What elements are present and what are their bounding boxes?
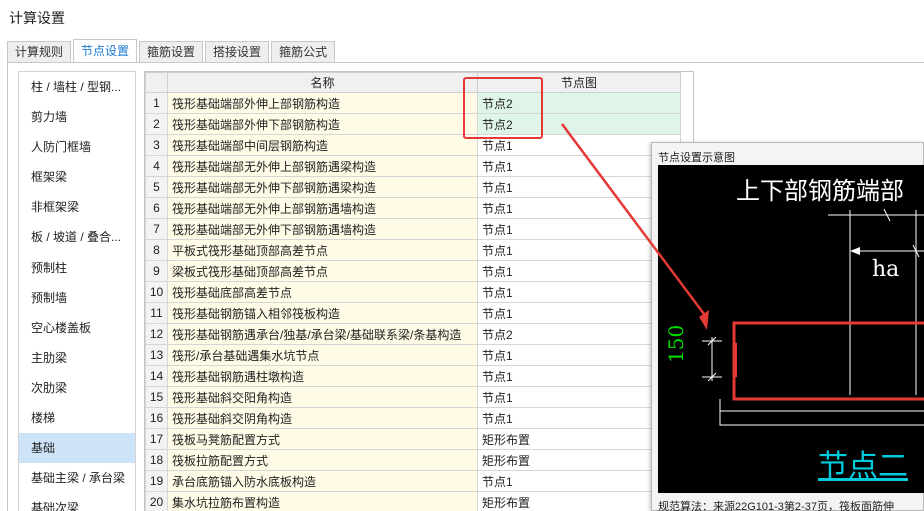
name-cell[interactable]: 筏形基础端部无外伸下部钢筋遇墙构造 xyxy=(167,218,478,240)
name-cell[interactable]: 梁板式筏形基础顶部高差节点 xyxy=(167,260,478,282)
row-number-cell: 2 xyxy=(145,113,168,135)
table-row[interactable]: 15 筏形基础斜交阳角构造 节点1 xyxy=(145,386,681,408)
row-number-cell: 18 xyxy=(145,449,168,471)
row-number-cell: 13 xyxy=(145,344,168,366)
name-cell[interactable]: 筏形/承台基础遇集水坑节点 xyxy=(167,344,478,366)
table-row[interactable]: 4 筏形基础端部无外伸上部钢筋遇梁构造 节点1 xyxy=(145,155,681,177)
row-number-cell: 10 xyxy=(145,281,168,303)
table-row[interactable]: 6 筏形基础端部无外伸上部钢筋遇墙构造 节点1 xyxy=(145,197,681,219)
table-row[interactable]: 9 梁板式筏形基础顶部高差节点 节点1 xyxy=(145,260,681,282)
table-row[interactable]: 19 承台底筋锚入防水底板构造 节点1 xyxy=(145,470,681,492)
sidebar-item-shear-wall[interactable]: 剪力墙 xyxy=(19,102,135,132)
name-cell[interactable]: 筏形基础钢筋遇承台/独基/承台梁/基础联系梁/条基构造 xyxy=(167,323,478,345)
table-row[interactable]: 10 筏形基础底部高差节点 节点1 xyxy=(145,281,681,303)
sidebar-item-non-frame-beam[interactable]: 非框架梁 xyxy=(19,192,135,222)
table-row[interactable]: 17 筏板马凳筋配置方式 矩形布置 xyxy=(145,428,681,450)
row-number-cell: 1 xyxy=(145,92,168,114)
popup-title: 节点设置示意图 xyxy=(658,152,735,164)
name-cell[interactable]: 筏形基础端部无外伸上部钢筋遇墙构造 xyxy=(167,197,478,219)
sidebar-item-foundation-main-beam[interactable]: 基础主梁 / 承台梁 xyxy=(19,463,135,493)
window-title: 计算设置 xyxy=(9,10,65,26)
sidebar-item-slab-ramp[interactable]: 板 / 坡道 / 叠合... xyxy=(19,222,135,252)
dimension-150-label: 150 xyxy=(664,324,688,363)
node-settings-table: 名称 节点图 1 筏形基础端部外伸上部钢筋构造 节点2 2 筏形基础端部外伸下部钢筋构造… xyxy=(144,71,694,511)
component-category-list: 柱 / 墙柱 / 型钢... 剪力墙 人防门框墙 框架梁 非框架梁 板 / 坡道… xyxy=(18,71,136,511)
row-number-cell: 9 xyxy=(145,260,168,282)
row-number-cell: 17 xyxy=(145,428,168,450)
name-cell[interactable]: 筏形基础端部外伸上部钢筋构造 xyxy=(167,92,478,114)
node-diagram-canvas: 上下部钢筋端部 ha 150 节点二 xyxy=(658,165,924,493)
table-row[interactable]: 18 筏板拉筋配置方式 矩形布置 xyxy=(145,449,681,471)
row-number-cell: 14 xyxy=(145,365,168,387)
name-cell[interactable]: 承台底筋锚入防水底板构造 xyxy=(167,470,478,492)
name-cell[interactable]: 筏形基础底部高差节点 xyxy=(167,281,478,303)
table-header-row: 名称 节点图 xyxy=(145,72,681,93)
name-column-header[interactable]: 名称 xyxy=(167,72,478,93)
table-row[interactable]: 16 筏形基础斜交阴角构造 节点1 xyxy=(145,407,681,429)
tab-lap-settings[interactable]: 搭接设置 xyxy=(205,41,270,63)
table-row[interactable]: 5 筏形基础端部无外伸下部钢筋遇梁构造 节点1 xyxy=(145,176,681,198)
table-row[interactable]: 8 平板式筏形基础顶部高差节点 节点1 xyxy=(145,239,681,261)
node-diagram-popup: 节点设置示意图 上下部钢筋端部 ha 150 节点二 规范算法：来源22G101… xyxy=(651,142,924,511)
name-cell[interactable]: 筏形基础斜交阳角构造 xyxy=(167,386,478,408)
sidebar-item-foundation-secondary-beam[interactable]: 基础次梁 xyxy=(19,493,135,511)
row-number-cell: 6 xyxy=(145,197,168,219)
sidebar-item-foundation[interactable]: 基础 xyxy=(19,433,135,464)
popup-caption: 规范算法：来源22G101-3第2-37页，筏板面筋伸 xyxy=(658,501,894,511)
tab-node-settings[interactable]: 节点设置 xyxy=(73,39,138,63)
name-cell[interactable]: 筏形基础端部无外伸下部钢筋遇梁构造 xyxy=(167,176,478,198)
table-row[interactable]: 14 筏形基础钢筋遇柱墩构造 节点1 xyxy=(145,365,681,387)
table-row[interactable]: 1 筏形基础端部外伸上部钢筋构造 节点2 xyxy=(145,92,681,114)
row-number-cell: 20 xyxy=(145,491,168,511)
name-cell[interactable]: 筏形基础钢筋锚入相邻筏板构造 xyxy=(167,302,478,324)
table-row[interactable]: 20 集水坑拉筋布置构造 矩形布置 xyxy=(145,491,681,511)
tab-stirrup-settings[interactable]: 箍筋设置 xyxy=(139,41,204,63)
name-cell[interactable]: 筏形基础端部无外伸上部钢筋遇梁构造 xyxy=(167,155,478,177)
sidebar-item-main-rib-beam[interactable]: 主肋梁 xyxy=(19,343,135,373)
sidebar-item-stairs[interactable]: 楼梯 xyxy=(19,403,135,433)
row-number-cell: 15 xyxy=(145,386,168,408)
sidebar-item-hollow-floor-slab[interactable]: 空心楼盖板 xyxy=(19,313,135,343)
name-cell[interactable]: 筏形基础端部中间层钢筋构造 xyxy=(167,134,478,156)
name-cell[interactable]: 筏板拉筋配置方式 xyxy=(167,449,478,471)
name-cell[interactable]: 集水坑拉筋布置构造 xyxy=(167,491,478,511)
tab-stirrup-formula[interactable]: 箍筋公式 xyxy=(271,41,336,63)
table-row[interactable]: 13 筏形/承台基础遇集水坑节点 节点1 xyxy=(145,344,681,366)
table-row[interactable]: 11 筏形基础钢筋锚入相邻筏板构造 节点1 xyxy=(145,302,681,324)
node-label: 节点二 xyxy=(818,449,908,484)
dimension-ha-label: ha xyxy=(872,257,900,282)
sidebar-item-column-wall-column[interactable]: 柱 / 墙柱 / 型钢... xyxy=(19,72,135,102)
sidebar-item-secondary-rib-beam[interactable]: 次肋梁 xyxy=(19,373,135,403)
sidebar-item-precast-column[interactable]: 预制柱 xyxy=(19,253,135,283)
row-number-header xyxy=(145,72,168,93)
sidebar-item-civil-defense-door-frame-wall[interactable]: 人防门框墙 xyxy=(19,132,135,162)
sidebar-item-precast-wall[interactable]: 预制墙 xyxy=(19,283,135,313)
name-cell[interactable]: 筏形基础钢筋遇柱墩构造 xyxy=(167,365,478,387)
row-number-cell: 5 xyxy=(145,176,168,198)
name-cell[interactable]: 筏形基础端部外伸下部钢筋构造 xyxy=(167,113,478,135)
name-cell[interactable]: 筏板马凳筋配置方式 xyxy=(167,428,478,450)
table-row[interactable]: 7 筏形基础端部无外伸下部钢筋遇墙构造 节点1 xyxy=(145,218,681,240)
name-cell[interactable]: 筏形基础斜交阴角构造 xyxy=(167,407,478,429)
name-cell[interactable]: 平板式筏形基础顶部高差节点 xyxy=(167,239,478,261)
row-number-cell: 19 xyxy=(145,470,168,492)
table-row[interactable]: 3 筏形基础端部中间层钢筋构造 节点1 xyxy=(145,134,681,156)
tab-calculation-rules[interactable]: 计算规则 xyxy=(7,41,72,63)
row-number-cell: 7 xyxy=(145,218,168,240)
row-number-cell: 3 xyxy=(145,134,168,156)
row-number-cell: 4 xyxy=(145,155,168,177)
table-body: 1 筏形基础端部外伸上部钢筋构造 节点2 2 筏形基础端部外伸下部钢筋构造 节点2 3 筏形基… xyxy=(145,92,681,511)
row-number-cell: 12 xyxy=(145,323,168,345)
row-number-cell: 16 xyxy=(145,407,168,429)
table-row[interactable]: 12 筏形基础钢筋遇承台/独基/承台梁/基础联系梁/条基构造 节点2 xyxy=(145,323,681,345)
table-row[interactable]: 2 筏形基础端部外伸下部钢筋构造 节点2 xyxy=(145,113,681,135)
highlight-annotation-box xyxy=(463,77,543,139)
sidebar-item-frame-beam[interactable]: 框架梁 xyxy=(19,162,135,192)
tab-bar: 计算规则 节点设置 箍筋设置 搭接设置 箍筋公式 xyxy=(7,39,337,63)
drawing-title: 上下部钢筋端部 xyxy=(736,177,904,205)
row-number-cell: 11 xyxy=(145,302,168,324)
row-number-cell: 8 xyxy=(145,239,168,261)
